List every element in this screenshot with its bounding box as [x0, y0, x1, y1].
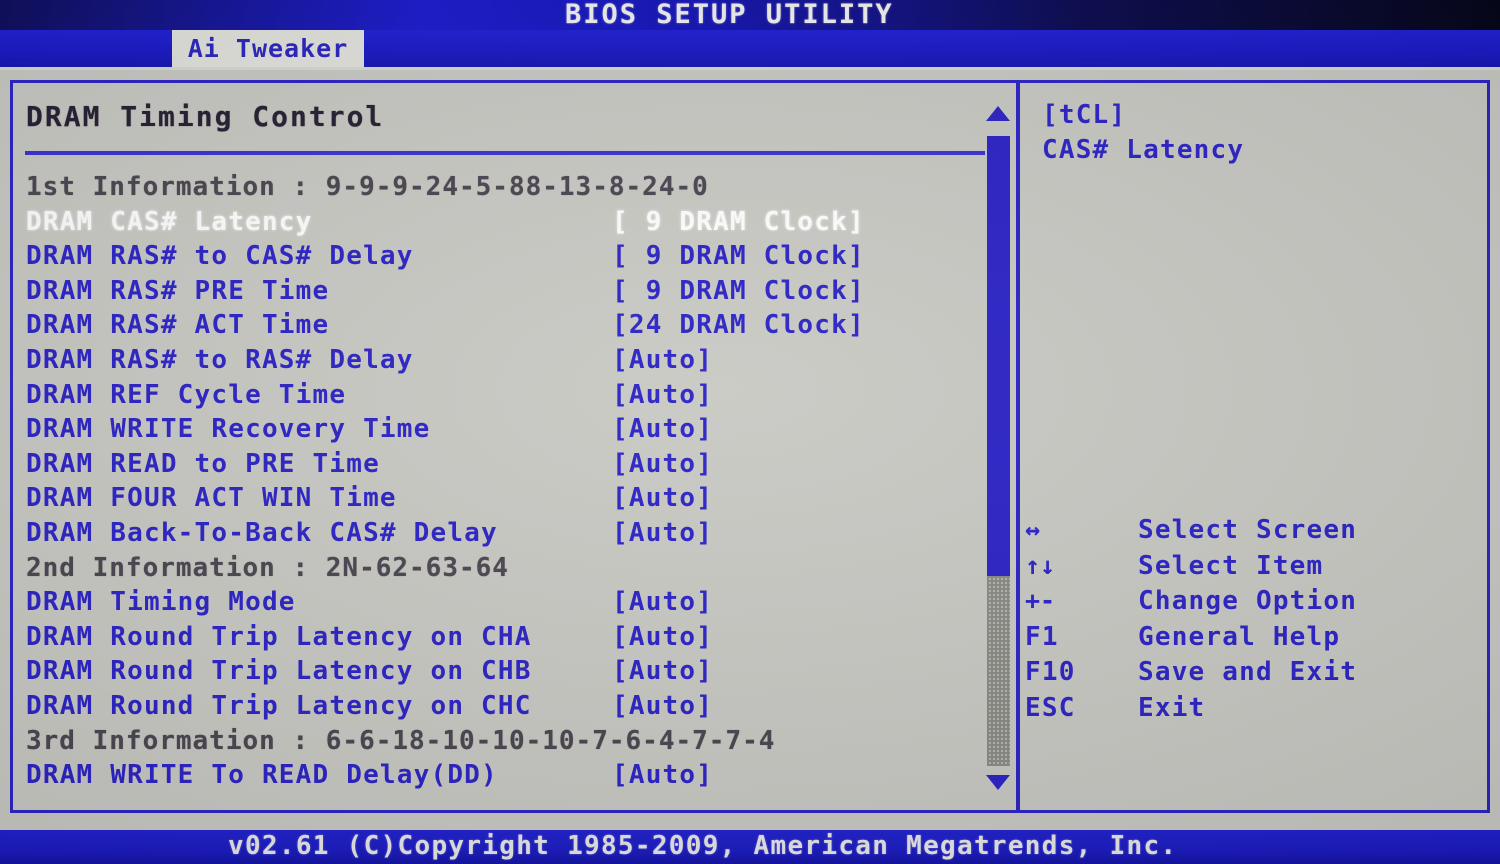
key-legend-action: Exit [1138, 692, 1206, 723]
setting-label: 2nd Information : 2N-62-63-64 [26, 552, 509, 583]
setting-row[interactable]: DRAM READ to PRE Time [Auto] [10, 449, 1016, 484]
setting-value[interactable]: [Auto] [612, 483, 713, 513]
setting-value[interactable]: [Auto] [612, 518, 713, 548]
key-legend-action: Select Item [1138, 550, 1324, 581]
setting-label: DRAM RAS# PRE Time [26, 275, 330, 306]
setting-label: DRAM WRITE Recovery Time [26, 414, 431, 445]
setting-value[interactable]: [Auto] [612, 449, 713, 479]
setting-value[interactable]: [Auto] [612, 380, 713, 410]
bios-setup-screen: BIOS SETUP UTILITY Ai Tweaker DRAM Timin… [0, 0, 1500, 864]
info-row: 2nd Information : 2N-62-63-64 [10, 553, 1016, 588]
setting-row[interactable]: DRAM REF Cycle Time [Auto] [10, 380, 1016, 415]
section-title: DRAM Timing Control [26, 100, 385, 133]
setting-row[interactable]: DRAM RAS# PRE Time [ 9 DRAM Clock] [10, 276, 1016, 311]
plus-minus-icon: +- [1025, 586, 1056, 615]
key-legend-row: F1 General Help [1020, 622, 1490, 658]
setting-value[interactable]: [24 DRAM Clock] [612, 310, 865, 340]
section-rule [25, 151, 985, 155]
info-row: 3rd Information : 6-6-18-10-10-10-7-6-4-… [10, 726, 1016, 761]
settings-list: 1st Information : 9-9-9-24-5-88-13-8-24-… [10, 172, 1016, 795]
setting-value[interactable]: [Auto] [612, 656, 713, 686]
setting-label: DRAM Back-To-Back CAS# Delay [26, 517, 498, 548]
help-pane: [tCL] CAS# Latency ↔ Select Screen ↑↓ Selec… [1020, 80, 1490, 813]
setting-row[interactable]: DRAM WRITE To READ Delay(DD) [Auto] [10, 760, 1016, 795]
help-title: [tCL] [1042, 100, 1127, 130]
setting-value[interactable]: [ 9 DRAM Clock] [612, 276, 865, 306]
setting-row[interactable]: DRAM Round Trip Latency on CHA [Auto] [10, 622, 1016, 657]
setting-row[interactable]: DRAM Back-To-Back CAS# Delay [Auto] [10, 518, 1016, 553]
key-legend-row: F10 Save and Exit [1020, 657, 1490, 693]
setting-label: DRAM Timing Mode [26, 587, 296, 618]
key-legend-row: ESC Exit [1020, 693, 1490, 729]
setting-value[interactable]: [ 9 DRAM Clock] [612, 241, 865, 271]
setting-label: DRAM RAS# to RAS# Delay [26, 344, 414, 375]
scroll-down-arrow-icon[interactable] [986, 775, 1010, 790]
setting-label: DRAM Round Trip Latency on CHB [26, 656, 532, 687]
setting-label: DRAM Round Trip Latency on CHA [26, 621, 532, 652]
setting-value[interactable]: [Auto] [612, 345, 713, 375]
key-legend-action: Change Option [1138, 586, 1358, 616]
key-legend-row: +- Change Option [1020, 586, 1490, 622]
settings-pane: DRAM Timing Control 1st Information : 9-… [10, 80, 1016, 813]
setting-label: DRAM FOUR ACT WIN Time [26, 483, 397, 514]
setting-value[interactable]: [ 9 DRAM Clock] [612, 207, 865, 237]
scrollbar[interactable] [983, 96, 1013, 796]
up-down-arrow-icon: ↑↓ [1025, 550, 1056, 580]
setting-row[interactable]: DRAM RAS# to RAS# Delay [Auto] [10, 345, 1016, 380]
key-legend: ↔ Select Screen ↑↓ Select Item +- Change Opti… [1020, 515, 1490, 728]
setting-label: DRAM READ to PRE Time [26, 448, 380, 479]
key-legend-action: General Help [1138, 621, 1341, 652]
key-legend-action: Select Screen [1138, 515, 1358, 545]
setting-label: DRAM Round Trip Latency on CHC [26, 690, 532, 721]
scrollbar-thumb[interactable] [987, 136, 1010, 576]
setting-label: DRAM RAS# ACT Time [26, 310, 330, 341]
setting-value[interactable]: [Auto] [612, 691, 713, 721]
setting-value[interactable]: [Auto] [612, 760, 713, 790]
setting-value[interactable]: [Auto] [612, 587, 713, 617]
setting-label: DRAM WRITE To READ Delay(DD) [26, 760, 498, 791]
help-description: CAS# Latency [1042, 135, 1245, 165]
setting-value[interactable]: [Auto] [612, 622, 713, 652]
footer-copyright: v02.61 (C)Copyright 1985-2009, American … [228, 831, 1178, 861]
footer-bar: v02.61 (C)Copyright 1985-2009, American … [0, 830, 1500, 864]
setting-label: DRAM REF Cycle Time [26, 379, 347, 410]
esc-key: ESC [1025, 692, 1076, 723]
setting-row[interactable]: DRAM CAS# Latency [ 9 DRAM Clock] [10, 207, 1016, 242]
setting-row[interactable]: DRAM RAS# to CAS# Delay [ 9 DRAM Clock] [10, 241, 1016, 276]
f1-key: F1 [1025, 621, 1059, 652]
key-legend-row: ↑↓ Select Item [1020, 551, 1490, 587]
setting-label: 3rd Information : 6-6-18-10-10-10-7-6-4-… [26, 725, 776, 756]
left-right-arrow-icon: ↔ [1025, 515, 1041, 544]
setting-row[interactable]: DRAM Timing Mode [Auto] [10, 587, 1016, 622]
setting-label: DRAM CAS# Latency [26, 206, 313, 237]
page-title: BIOS SETUP UTILITY [565, 0, 894, 30]
setting-row[interactable]: DRAM WRITE Recovery Time [Auto] [10, 414, 1016, 449]
info-row: 1st Information : 9-9-9-24-5-88-13-8-24-… [10, 172, 1016, 207]
scroll-up-arrow-icon[interactable] [986, 106, 1010, 121]
setting-row[interactable]: DRAM RAS# ACT Time [24 DRAM Clock] [10, 310, 1016, 345]
setting-row[interactable]: DRAM Round Trip Latency on CHC [Auto] [10, 691, 1016, 726]
setting-value[interactable]: [Auto] [612, 414, 713, 444]
setting-label: DRAM RAS# to CAS# Delay [26, 241, 414, 272]
setting-row[interactable]: DRAM Round Trip Latency on CHB [Auto] [10, 656, 1016, 691]
setting-row[interactable]: DRAM FOUR ACT WIN Time [Auto] [10, 483, 1016, 518]
setting-label: 1st Information : 9-9-9-24-5-88-13-8-24-… [26, 172, 709, 202]
tab-ai-tweaker[interactable]: Ai Tweaker [172, 30, 364, 67]
f10-key: F10 [1025, 657, 1076, 687]
key-legend-row: ↔ Select Screen [1020, 515, 1490, 551]
title-bar: BIOS SETUP UTILITY [0, 0, 1500, 30]
key-legend-action: Save and Exit [1138, 657, 1358, 687]
